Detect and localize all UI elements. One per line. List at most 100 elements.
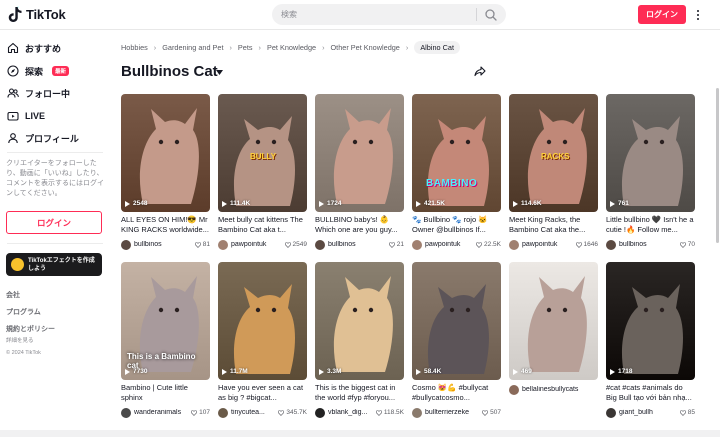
sidebar-item-label: プロフィール xyxy=(25,133,79,144)
username[interactable]: tinycutea... xyxy=(231,409,278,416)
sidebar-item-live[interactable]: LIVE xyxy=(7,108,45,124)
video-description[interactable]: Meet bully cat kittens The Bambino Cat a… xyxy=(218,215,307,235)
video-description[interactable]: Bambino | Cute little sphinx xyxy=(121,383,210,403)
username[interactable]: pawpointuk xyxy=(231,241,285,248)
sidebar-login-button[interactable]: ログイン xyxy=(6,211,102,234)
video-meta: wanderanimals 107 xyxy=(121,407,210,418)
video-thumbnail[interactable]: This is a Bambino cat 7730 xyxy=(121,262,210,380)
video-meta: tinycutea... 345.7K xyxy=(218,407,307,418)
link-see-more[interactable]: 詳細を見る xyxy=(6,336,34,344)
heart-icon xyxy=(375,409,382,416)
video-description[interactable]: This is the biggest cat in the world #fy… xyxy=(315,383,404,403)
avatar[interactable] xyxy=(315,239,325,250)
avatar[interactable] xyxy=(315,407,325,418)
avatar[interactable] xyxy=(121,239,131,250)
breadcrumb-item[interactable]: Pets xyxy=(238,43,253,52)
search-input[interactable] xyxy=(281,7,471,22)
video-description[interactable]: #cat #cats #animals do Big Bull tạo với … xyxy=(606,383,695,403)
video-thumbnail[interactable]: 3.3M xyxy=(315,262,404,380)
like-count-value: 70 xyxy=(687,241,695,248)
video-thumbnail[interactable]: RACKS 114.6K xyxy=(509,94,598,212)
avatar[interactable] xyxy=(218,407,228,418)
like-count: 2549 xyxy=(284,241,307,248)
video-description[interactable]: Have you ever seen a cat as big ? #bigca… xyxy=(218,383,307,403)
view-count-value: 3.3M xyxy=(327,368,342,375)
video-thumbnail[interactable]: 11.7M xyxy=(218,262,307,380)
video-thumbnail[interactable]: BAMBINO 421.5K xyxy=(412,94,501,212)
avatar[interactable] xyxy=(509,384,519,395)
video-description[interactable]: 🐾 Bullbino 🐾 rojo 🐱 Owner @bullbinos If.… xyxy=(412,215,501,235)
sidebar-item-label: おすすめ xyxy=(25,43,62,54)
sidebar-item-following[interactable]: フォロー中 xyxy=(7,85,70,101)
breadcrumb-item[interactable]: Gardening and Pet xyxy=(162,43,223,52)
heart-icon xyxy=(284,241,291,248)
username[interactable]: wanderanimals xyxy=(134,409,191,416)
video-thumbnail[interactable]: BULLY 111.4K xyxy=(218,94,307,212)
tiktok-logo[interactable]: TikTok xyxy=(8,6,66,23)
video-description[interactable]: BULLBINO baby's! 👶 Which one are you guy… xyxy=(315,215,404,235)
username[interactable]: bullbinos xyxy=(134,241,195,248)
search-bar[interactable] xyxy=(272,4,506,25)
video-thumbnail[interactable]: 761 xyxy=(606,94,695,212)
video-thumbnail[interactable]: 2548 xyxy=(121,94,210,212)
create-effect-button[interactable]: TikTokエフェクトを作成しよう xyxy=(6,253,102,276)
effect-icon xyxy=(11,258,24,271)
share-icon[interactable] xyxy=(474,65,486,77)
view-count: 2548 xyxy=(125,200,147,207)
avatar[interactable] xyxy=(606,407,616,418)
scrollbar[interactable] xyxy=(716,88,719,243)
link-program[interactable]: プログラム xyxy=(6,307,41,317)
tiktok-logo-icon xyxy=(8,6,22,22)
avatar[interactable] xyxy=(218,239,228,250)
video-description[interactable]: ALL EYES ON HIM!😎 Mr KING RACKS worldwid… xyxy=(121,215,210,235)
sidebar-item-explore[interactable]: 探索 最新 xyxy=(7,63,70,79)
video-thumbnail[interactable]: 1718 xyxy=(606,262,695,380)
video-thumbnail[interactable]: 469 xyxy=(509,262,598,380)
breadcrumb-item[interactable]: Hobbies xyxy=(121,43,148,52)
video-meta: giant_bullh 85 xyxy=(606,407,695,418)
video-description[interactable]: Meet King Racks, the Bambino Cat aka the… xyxy=(509,215,598,235)
search-button[interactable] xyxy=(480,6,502,23)
view-count-value: 111.4K xyxy=(230,200,251,207)
like-count: 81 xyxy=(194,241,210,248)
username[interactable]: bullbinos xyxy=(328,241,389,248)
search-divider xyxy=(476,8,477,21)
username[interactable]: bullbinos xyxy=(619,241,680,248)
avatar[interactable] xyxy=(509,239,519,250)
avatar[interactable] xyxy=(412,407,422,418)
play-icon xyxy=(513,368,518,375)
chevron-right-icon: › xyxy=(258,42,261,52)
username[interactable]: bellalinesbullycats xyxy=(522,386,598,393)
view-count-value: 11.7M xyxy=(230,368,248,375)
avatar[interactable] xyxy=(606,239,616,250)
video-thumbnail[interactable]: 1724 xyxy=(315,94,404,212)
breadcrumb-item[interactable]: Pet Knowledge xyxy=(267,43,316,52)
link-company[interactable]: 会社 xyxy=(6,290,20,300)
view-count-value: 1724 xyxy=(327,200,342,207)
link-terms[interactable]: 規約とポリシー xyxy=(6,324,55,334)
video-meta: pawpointuk 2549 xyxy=(218,239,307,250)
caret-down-icon[interactable] xyxy=(216,70,223,75)
username[interactable]: pawpointuk xyxy=(522,241,576,248)
breadcrumb-item[interactable]: Other Pet Knowledge xyxy=(331,43,400,52)
header-login-button[interactable]: ログイン xyxy=(638,5,686,24)
copyright: © 2024 TikTok xyxy=(6,350,41,356)
play-icon xyxy=(222,368,227,375)
more-menu-icon[interactable] xyxy=(692,6,704,23)
sidebar-item-label: フォロー中 xyxy=(25,88,71,99)
video-overlay-text: RACKS xyxy=(541,152,570,161)
video-description[interactable]: Little bullbino 🖤 Isn't he a cutie !🔥 Fo… xyxy=(606,215,695,235)
like-count: 507 xyxy=(482,409,501,416)
view-count: 7730 xyxy=(125,368,147,375)
sidebar-item-profile[interactable]: プロフィール xyxy=(7,130,79,146)
username[interactable]: giant_bullh xyxy=(619,409,680,416)
username[interactable]: pawpointuk xyxy=(425,241,476,248)
username[interactable]: vblank_dig... xyxy=(328,409,376,416)
avatar[interactable] xyxy=(412,239,422,250)
username[interactable]: bullterrierzeke xyxy=(425,409,482,416)
video-meta: bullbinos 81 xyxy=(121,239,210,250)
video-description[interactable]: Cosmo 😻💪 #bullycat #bullycatcosmo... xyxy=(412,383,501,403)
avatar[interactable] xyxy=(121,407,131,418)
video-thumbnail[interactable]: 58.4K xyxy=(412,262,501,380)
sidebar-item-foryou[interactable]: おすすめ xyxy=(7,40,61,56)
